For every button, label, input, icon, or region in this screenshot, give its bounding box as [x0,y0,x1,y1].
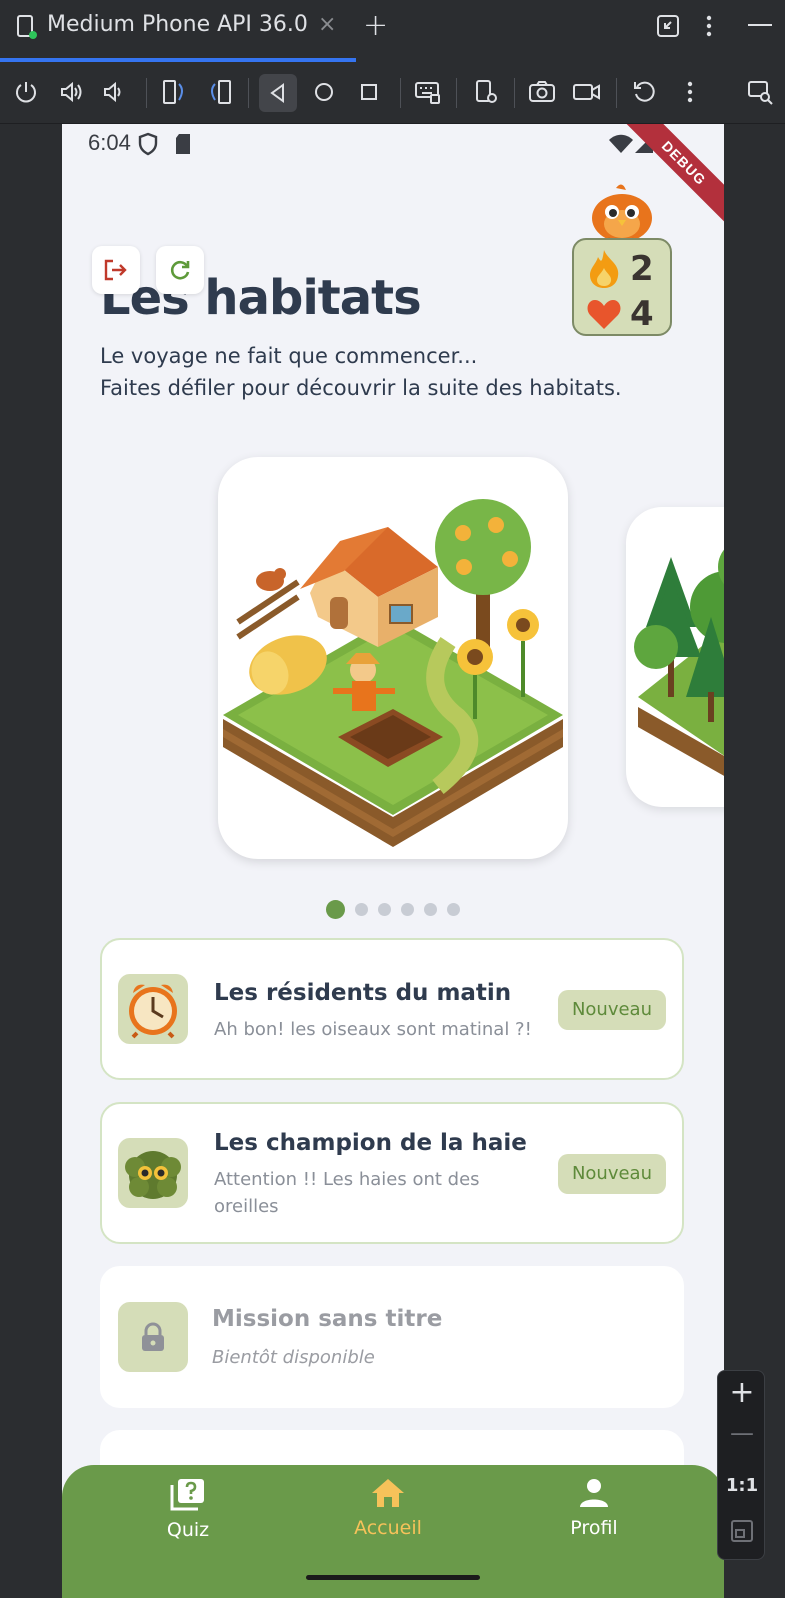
forest-illustration [634,549,724,776]
status-time: 6:04 [88,130,131,155]
owl-hedge-icon [118,1138,188,1208]
mission-title: Les résidents du matin [214,980,512,1006]
stats-panel: 2 4 [572,238,672,336]
device-explorer-icon[interactable] [744,76,776,108]
logout-icon [104,259,127,281]
restore-window-icon[interactable] [656,14,680,38]
rotate-right-icon[interactable] [204,76,236,108]
page-dot-1[interactable] [326,900,345,919]
profile-icon [580,1479,608,1507]
device-icon [17,15,37,39]
new-badge: Nouveau [557,1154,666,1194]
mission-subtitle-line-1: Attention !! Les haies ont des [214,1169,480,1190]
back-icon[interactable] [259,74,297,112]
shield-icon [138,132,158,156]
nav-quiz[interactable]: Quiz [128,1477,248,1541]
nav-profile[interactable]: Profil [534,1477,654,1539]
lives-count: 4 [630,294,654,334]
volume-up-icon[interactable] [55,76,87,108]
mission-subtitle-line-2: oreilles [214,1196,279,1217]
subtitle-line-1: Le voyage ne fait que commencer... [100,344,478,368]
page-dot-5[interactable] [424,903,437,916]
minimize-icon[interactable] [748,24,772,28]
mission-title: Mission sans titre [212,1306,443,1332]
mission-card-locked: Mission sans titre Bientôt disponible [100,1266,684,1408]
zoom-controls: + — 1:1 [717,1370,765,1560]
mission-subtitle: Attention !! Les haies ont des oreilles [214,1166,480,1220]
new-tab-button[interactable]: + [363,8,388,43]
nav-quiz-label: Quiz [166,1519,210,1541]
quiz-icon [170,1479,204,1511]
flame-icon [590,250,619,288]
zoom-reset-button[interactable]: 1:1 [718,1475,766,1496]
overview-icon[interactable] [353,76,385,108]
nav-home-label: Accueil [354,1517,422,1539]
phone-screen: 6:04 DEBUG Les habitats Le voyage ne fai… [62,124,724,1598]
carousel-pagination [326,900,460,919]
toolbar-more-icon[interactable] [674,76,706,108]
habitat-card-forest[interactable] [626,507,724,807]
volume-down-icon[interactable] [98,76,130,108]
page-dot-4[interactable] [401,903,414,916]
page-subtitle: Le voyage ne fait que commencer... Faite… [100,340,622,404]
page-title: Les habitats [100,270,422,326]
rotate-left-icon[interactable] [158,76,190,108]
sd-card-icon [176,134,190,154]
zoom-fit-icon[interactable] [730,1519,754,1543]
tab-close-icon[interactable]: × [318,12,336,37]
page-dot-2[interactable] [355,903,368,916]
zoom-out-button[interactable]: — [718,1419,766,1447]
gesture-home-indicator[interactable] [306,1575,480,1580]
home-icon [372,1479,404,1507]
power-icon[interactable] [10,76,42,108]
bird-mascot-icon [592,184,652,242]
subtitle-line-2: Faites défiler pour découvrir la suite d… [100,376,622,400]
alarm-clock-icon [118,974,188,1044]
nav-home[interactable]: Accueil [328,1477,448,1539]
habitat-card-farm[interactable] [218,457,568,859]
new-badge: Nouveau [557,990,666,1030]
emulator-toolbar [0,62,785,124]
streak-count: 2 [630,249,654,289]
farm-illustration [223,499,563,847]
logout-button[interactable] [92,246,140,294]
status-bar: 6:04 [62,124,724,164]
video-record-icon[interactable] [571,76,603,108]
tab-title: Medium Phone API 36.0 [47,12,308,37]
page-dot-6[interactable] [447,903,460,916]
home-button-icon[interactable] [308,76,340,108]
emulator-title-bar: Medium Phone API 36.0 × + [0,0,785,62]
mission-subtitle: Ah bon! les oiseaux sont matinal ?! [214,1019,532,1040]
mission-title: Les champion de la haie [214,1130,527,1156]
refresh-icon [170,260,190,280]
device-settings-icon[interactable] [470,76,502,108]
zoom-in-button[interactable]: + [718,1375,766,1410]
reset-icon[interactable] [628,76,660,108]
camera-icon[interactable] [526,76,558,108]
mission-card[interactable]: Les résidents du matin Ah bon! les oisea… [100,938,684,1080]
page-dot-3[interactable] [378,903,391,916]
device-tab[interactable]: Medium Phone API 36.0 × [0,0,356,62]
lock-icon [118,1302,188,1372]
nav-profile-label: Profil [570,1517,618,1539]
mission-subtitle: Bientôt disponible [212,1347,375,1368]
keyboard-icon[interactable] [412,76,444,108]
heart-icon [587,300,621,329]
refresh-button[interactable] [156,246,204,294]
more-options-icon[interactable] [705,14,713,38]
wifi-icon [609,134,633,153]
mission-card[interactable]: Les champion de la haie Attention !! Les… [100,1102,684,1244]
